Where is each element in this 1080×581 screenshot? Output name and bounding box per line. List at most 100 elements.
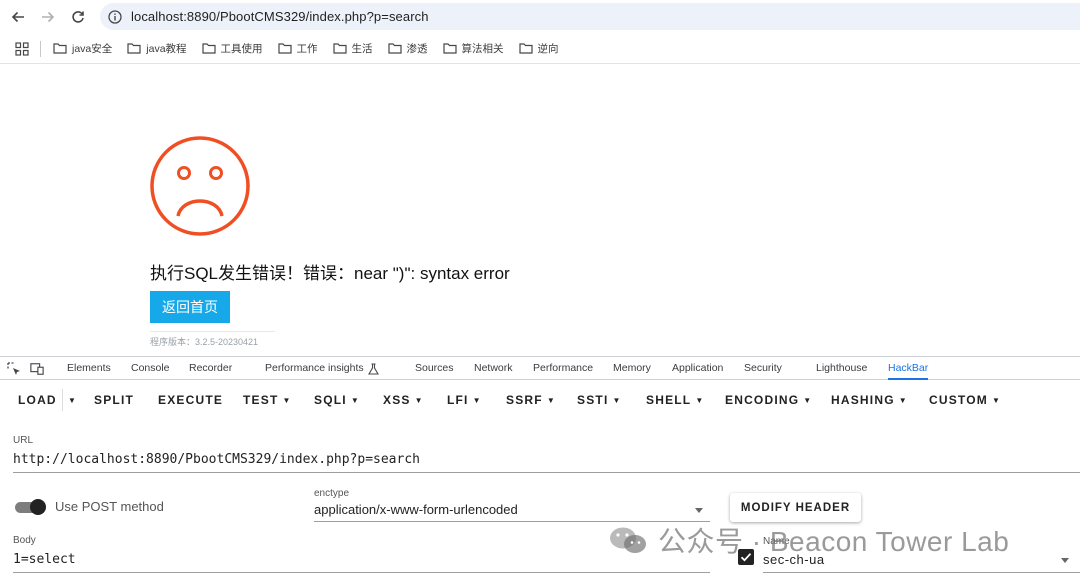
- folder-icon: [442, 43, 457, 54]
- devtools-tab-bar: Elements Console Recorder Performance insig…: [0, 356, 1080, 380]
- caret-down-icon: ▼: [803, 396, 813, 405]
- toolbar-label: EXECUTE: [158, 393, 224, 407]
- device-toolbar-icon[interactable]: [30, 362, 44, 376]
- toolbar-label: CUSTOM: [929, 393, 988, 407]
- toolbar-label: SHELL: [646, 393, 692, 407]
- lfi-button[interactable]: LFI ▼: [447, 393, 482, 407]
- folder-icon: [127, 43, 141, 54]
- folder-icon: [387, 43, 402, 54]
- folder-icon: [53, 43, 67, 54]
- header-name-underline: [763, 572, 1080, 573]
- url-input-underline: [13, 472, 1080, 473]
- bookmark-item[interactable]: 渗透: [387, 41, 428, 56]
- enctype-chevron-down-icon[interactable]: [695, 508, 703, 513]
- devtools-tab-hackbar[interactable]: HackBar: [888, 357, 929, 380]
- devtools-tab-lighthouse[interactable]: Lighthouse: [816, 357, 867, 380]
- devtools-tab-sources[interactable]: Sources: [415, 357, 454, 380]
- hackbar-toolbar: LOAD ▼ SPLIT EXECUTE TEST ▼ SQLI ▼ XSS ▼ LFI ▼ SSRF ▼…: [0, 381, 1080, 419]
- bookmark-label: 生活: [351, 43, 373, 55]
- watermark: 公众号 · Beacon Tower Lab: [608, 520, 1009, 560]
- devtools-tab-performance[interactable]: Performance: [533, 357, 593, 380]
- bookmarks-divider: [40, 40, 41, 57]
- bookmark-item[interactable]: 生活: [332, 41, 373, 56]
- load-options-caret-icon[interactable]: ▼: [62, 389, 77, 411]
- enctype-label: enctype: [314, 488, 350, 499]
- test-button[interactable]: TEST ▼: [243, 393, 292, 407]
- address-url[interactable]: localhost:8890/PbootCMS329/index.php?p=s…: [131, 9, 429, 24]
- toolbar-label: LOAD: [18, 393, 57, 407]
- caret-down-icon: ▼: [695, 396, 705, 405]
- ssrf-button[interactable]: SSRF ▼: [506, 393, 556, 407]
- bookmark-label: java教程: [146, 43, 187, 55]
- back-home-button[interactable]: 返回首页: [150, 291, 230, 323]
- split-button[interactable]: SPLIT: [94, 393, 134, 407]
- post-method-toggle[interactable]: [15, 499, 47, 515]
- folder-icon: [277, 43, 292, 54]
- folder-icon: [518, 43, 533, 54]
- toolbar-label: SPLIT: [94, 393, 135, 407]
- inspect-element-icon[interactable]: [7, 362, 21, 376]
- apps-grid-icon[interactable]: [15, 41, 29, 56]
- load-button[interactable]: LOAD: [18, 393, 57, 407]
- bookmark-item[interactable]: java安全: [53, 41, 112, 56]
- bookmark-item[interactable]: 工具使用: [201, 41, 263, 56]
- flask-icon: [368, 362, 379, 380]
- bookmark-label: 渗透: [406, 43, 428, 55]
- devtools-tab-console[interactable]: Console: [131, 357, 170, 380]
- caret-down-icon: ▼: [612, 396, 622, 405]
- devtools-tab-recorder[interactable]: Recorder: [189, 357, 232, 380]
- devtools-tab-memory[interactable]: Memory: [613, 357, 651, 380]
- shell-button[interactable]: SHELL ▼: [646, 393, 704, 407]
- omnibox[interactable]: localhost:8890/PbootCMS329/index.php?p=s…: [100, 3, 1080, 30]
- site-info-icon[interactable]: [108, 9, 122, 24]
- body-label: Body: [13, 535, 36, 546]
- devtools-tab-performance-insights[interactable]: Performance insights: [265, 357, 364, 380]
- toolbar-label: SSRF: [506, 393, 543, 407]
- execute-button[interactable]: EXECUTE: [158, 393, 223, 407]
- bookmark-label: 逆向: [537, 43, 559, 55]
- toolbar-label: SQLI: [314, 393, 347, 407]
- bookmark-label: 工作: [296, 43, 318, 55]
- sqli-button[interactable]: SQLI ▼: [314, 393, 360, 407]
- bookmarks-bar: java安全 java教程 工具使用 工作 生活 渗透 算法相关 逆向: [0, 34, 1080, 64]
- bookmark-label: 算法相关: [461, 43, 504, 55]
- toolbar-label: XSS: [383, 393, 411, 407]
- reload-icon[interactable]: [68, 7, 88, 27]
- devtools-tab-application[interactable]: Application: [672, 357, 723, 380]
- watermark-text: 公众号 · Beacon Tower Lab: [658, 526, 1010, 557]
- sad-face-icon: [150, 136, 250, 236]
- folder-icon: [201, 43, 216, 54]
- xss-button[interactable]: XSS ▼: [383, 393, 424, 407]
- devtools-tab-security[interactable]: Security: [744, 357, 782, 380]
- caret-down-icon: ▼: [414, 396, 424, 405]
- ssti-button[interactable]: SSTI ▼: [577, 393, 622, 407]
- toolbar-label: ENCODING: [725, 393, 800, 407]
- address-bar-row: localhost:8890/PbootCMS329/index.php?p=s…: [0, 0, 1080, 33]
- bookmark-item[interactable]: 工作: [277, 41, 318, 56]
- modify-header-button[interactable]: MODIFY HEADER: [730, 493, 861, 522]
- devtools-tab-network[interactable]: Network: [474, 357, 513, 380]
- caret-down-icon: ▼: [991, 396, 1002, 405]
- bookmark-label: 工具使用: [220, 43, 263, 55]
- devtools-tab-elements[interactable]: Elements: [67, 357, 111, 380]
- custom-button[interactable]: CUSTOM ▼: [929, 393, 1001, 407]
- bookmark-item[interactable]: 算法相关: [442, 41, 504, 56]
- bookmark-item[interactable]: java教程: [127, 41, 187, 56]
- back-arrow-icon[interactable]: [8, 7, 28, 27]
- wechat-logo-icon: [610, 527, 646, 553]
- folder-icon: [332, 43, 347, 54]
- toolbar-label: HASHING: [831, 393, 895, 407]
- encoding-button[interactable]: ENCODING ▼: [725, 393, 812, 407]
- enctype-select[interactable]: application/x-www-form-urlencoded: [314, 502, 518, 517]
- url-input[interactable]: http://localhost:8890/PbootCMS329/index.…: [13, 452, 420, 467]
- error-message: 执行SQL发生错误！错误：near ")": syntax error: [150, 264, 510, 283]
- header-name-chevron-down-icon[interactable]: [1061, 558, 1069, 563]
- bookmark-item[interactable]: 逆向: [518, 41, 559, 56]
- caret-down-icon: ▼: [898, 396, 908, 405]
- post-method-label: Use POST method: [55, 499, 164, 514]
- toolbar-label: SSTI: [577, 393, 609, 407]
- forward-arrow-icon[interactable]: [38, 7, 58, 27]
- hashing-button[interactable]: HASHING ▼: [831, 393, 908, 407]
- caret-down-icon: ▼: [350, 396, 360, 405]
- body-input[interactable]: 1=select: [13, 552, 76, 567]
